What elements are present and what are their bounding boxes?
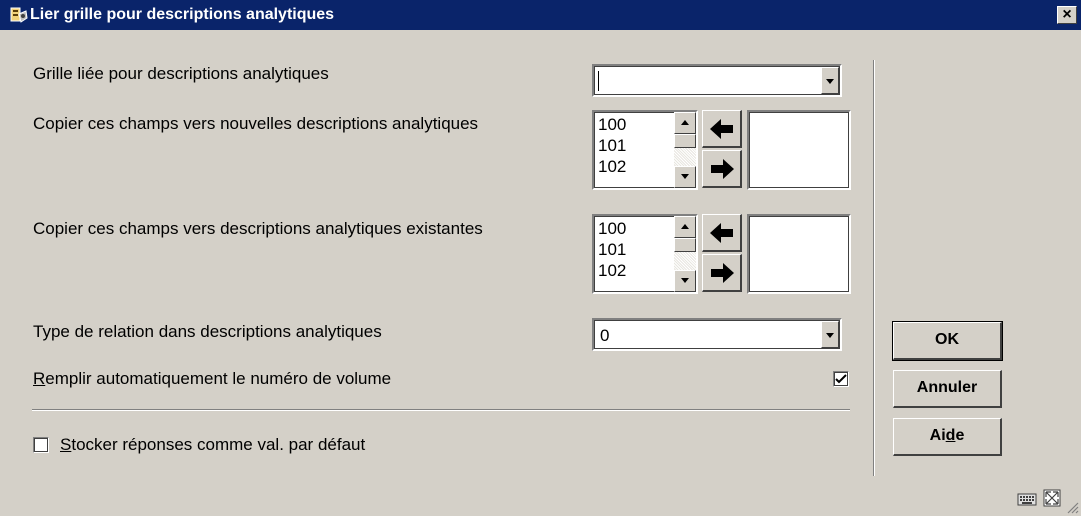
copy-existing-source-list[interactable]: 100 101 102 <box>592 214 698 294</box>
copy-existing-target-list[interactable] <box>747 214 851 294</box>
list-item[interactable]: 102 <box>598 157 626 178</box>
cancel-button[interactable]: Annuler <box>893 370 1002 408</box>
arrow-left-icon <box>710 119 733 139</box>
chevron-down-icon[interactable] <box>821 321 839 348</box>
copy-existing-scrollbar[interactable] <box>674 216 696 292</box>
copy-existing-label: Copier ces champs vers descriptions anal… <box>33 219 483 238</box>
close-button[interactable]: × <box>1057 6 1077 24</box>
copy-existing-remove-button[interactable] <box>702 214 742 252</box>
copy-new-items: 100 101 102 <box>598 115 626 178</box>
auto-volume-label: Remplir automatiquement le numéro de vol… <box>33 369 391 389</box>
copy-new-target-list[interactable] <box>747 110 851 190</box>
relation-type-value: 0 <box>600 326 610 345</box>
store-defaults-label: Stocker réponses comme val. par défaut <box>60 435 365 455</box>
accel-key: S <box>60 435 72 454</box>
status-icons <box>1017 489 1061 512</box>
accel-key: R <box>33 369 46 388</box>
copy-new-label: Copier ces champs vers nouvelles descrip… <box>33 114 479 133</box>
scroll-thumb[interactable] <box>674 134 696 148</box>
close-icon: × <box>1062 6 1072 23</box>
list-item[interactable]: 101 <box>598 240 626 261</box>
copy-existing-add-button[interactable] <box>702 254 742 292</box>
relation-type-label: Type de relation dans descriptions analy… <box>33 322 382 341</box>
list-item[interactable]: 100 <box>598 219 626 240</box>
vertical-divider <box>873 60 875 476</box>
copy-existing-items: 100 101 102 <box>598 219 626 282</box>
scroll-thumb[interactable] <box>674 238 696 252</box>
horizontal-divider <box>32 409 850 411</box>
help-label-start: Ai <box>929 427 946 444</box>
copy-new-scrollbar[interactable] <box>674 112 696 188</box>
arrow-left-icon <box>710 223 733 243</box>
resize-icon[interactable] <box>1043 489 1061 507</box>
scroll-down-icon[interactable] <box>674 270 696 292</box>
copy-new-source-list[interactable]: 100 101 102 <box>592 110 698 190</box>
copy-new-remove-button[interactable] <box>702 110 742 148</box>
store-defaults-label-text: tocker réponses comme val. par défaut <box>71 435 366 454</box>
scroll-up-icon[interactable] <box>674 112 696 134</box>
linked-grid-label: Grille liée pour descriptions analytique… <box>33 64 329 83</box>
list-item[interactable]: 100 <box>598 115 626 136</box>
resize-grip-icon[interactable] <box>1065 500 1079 514</box>
window-title: Lier grille pour descriptions analytique… <box>30 6 335 23</box>
auto-volume-label-text: emplir automatiquement le numéro de volu… <box>45 369 392 388</box>
checkmark-icon <box>835 374 847 384</box>
chevron-down-icon[interactable] <box>821 67 839 94</box>
keyboard-icon[interactable] <box>1017 491 1037 507</box>
text-caret <box>598 71 599 91</box>
list-item[interactable]: 101 <box>598 136 626 157</box>
scroll-up-icon[interactable] <box>674 216 696 238</box>
help-button[interactable]: Aide <box>893 418 1002 456</box>
linked-grid-select[interactable] <box>592 64 842 97</box>
app-icon <box>10 7 28 23</box>
arrow-right-icon <box>711 263 734 283</box>
help-label-end: e <box>955 427 965 444</box>
title-bar: Lier grille pour descriptions analytique… <box>0 0 1081 30</box>
auto-volume-checkbox[interactable] <box>833 371 849 387</box>
store-defaults-checkbox[interactable] <box>33 437 49 453</box>
copy-new-add-button[interactable] <box>702 150 742 188</box>
relation-type-select[interactable]: 0 <box>592 318 842 351</box>
ok-button[interactable]: OK <box>892 321 1003 361</box>
arrow-right-icon <box>711 159 734 179</box>
accel-key: d <box>945 427 956 444</box>
scroll-down-icon[interactable] <box>674 166 696 188</box>
list-item[interactable]: 102 <box>598 261 626 282</box>
